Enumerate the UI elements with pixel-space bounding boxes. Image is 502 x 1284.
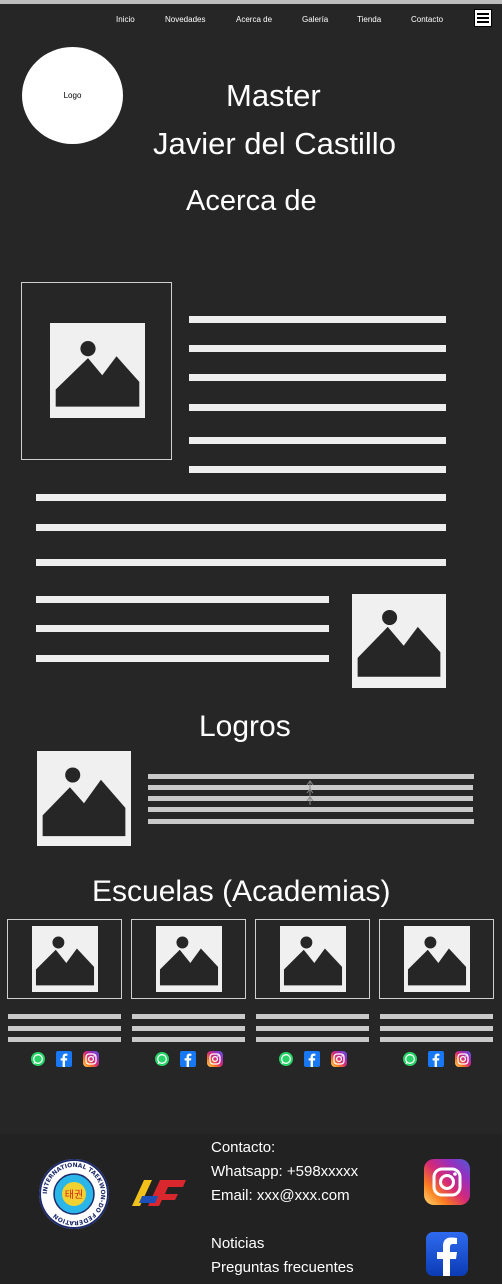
nav-item-galeria[interactable]: Galería: [302, 15, 328, 24]
logo-label: Logo: [63, 91, 82, 100]
school-image-placeholder-icon: [156, 926, 222, 992]
text-placeholder-line: [256, 1037, 369, 1042]
text-placeholder-line: [36, 625, 329, 632]
contact-heading: Contacto:: [211, 1139, 276, 1156]
text-placeholder-line: [380, 1037, 493, 1042]
text-placeholder-line: [36, 494, 446, 501]
achievements-image-placeholder-icon: [37, 751, 131, 846]
about-heading: Acerca de: [186, 185, 317, 217]
text-placeholder-line: [8, 1037, 121, 1042]
whatsapp-icon[interactable]: [402, 1051, 418, 1067]
whatsapp-contact[interactable]: Whatsapp: +598xxxxx: [211, 1163, 358, 1180]
text-placeholder-line: [189, 466, 446, 473]
page-title-line1: Master: [226, 78, 321, 113]
whatsapp-icon[interactable]: [278, 1051, 294, 1067]
about-image-placeholder-icon: [50, 323, 145, 418]
itf-logo: ITF: [128, 1172, 194, 1216]
instagram-icon[interactable]: [207, 1051, 223, 1067]
news-link[interactable]: Noticias: [211, 1235, 264, 1252]
top-strip: [0, 0, 502, 4]
school-image-placeholder-icon: [32, 926, 98, 992]
text-placeholder-line: [8, 1014, 121, 1019]
text-placeholder-line: [256, 1026, 369, 1031]
facebook-icon[interactable]: [426, 1232, 468, 1276]
nav-item-tienda[interactable]: Tienda: [357, 15, 381, 24]
facebook-icon[interactable]: [180, 1051, 196, 1067]
schools-heading: Escuelas (Academias): [92, 875, 391, 908]
instagram-icon[interactable]: [424, 1159, 470, 1205]
whatsapp-icon[interactable]: [154, 1051, 170, 1067]
itf-emblem: INTERNATIONAL TAEKWON-DO FEDERATION 태권: [38, 1158, 110, 1230]
text-placeholder-line: [189, 345, 446, 352]
main-nav: Inicio Novedades Acerca de Galería Tiend…: [0, 15, 502, 27]
text-placeholder-line: [132, 1014, 245, 1019]
text-placeholder-line: [189, 316, 446, 323]
text-placeholder-line: [256, 1014, 369, 1019]
nav-item-acerca-de[interactable]: Acerca de: [236, 15, 272, 24]
text-placeholder-line: [36, 524, 446, 531]
hamburger-icon[interactable]: [474, 9, 492, 27]
facebook-icon[interactable]: [428, 1051, 444, 1067]
footer: INTERNATIONAL TAEKWON-DO FEDERATION 태권 I…: [0, 1134, 502, 1284]
nav-item-inicio[interactable]: Inicio: [116, 15, 135, 24]
faq-link[interactable]: Preguntas frecuentes: [211, 1259, 354, 1276]
itf-center-text: 태권: [65, 1189, 83, 1201]
text-placeholder-line: [132, 1026, 245, 1031]
text-placeholder-line: [148, 807, 473, 812]
instagram-icon[interactable]: [331, 1051, 347, 1067]
whatsapp-icon[interactable]: [30, 1051, 46, 1067]
nav-item-contacto[interactable]: Contacto: [411, 15, 443, 24]
text-placeholder-line: [380, 1014, 493, 1019]
page-title-line2: Javier del Castillo: [153, 126, 396, 161]
text-placeholder-line: [189, 404, 446, 411]
school-image-placeholder-icon: [404, 926, 470, 992]
school-image-placeholder-icon: [280, 926, 346, 992]
logo[interactable]: Logo: [22, 47, 123, 144]
text-placeholder-line: [36, 559, 446, 566]
text-placeholder-line: [380, 1026, 493, 1031]
facebook-icon[interactable]: [56, 1051, 72, 1067]
about-image-2-placeholder-icon: [352, 594, 446, 688]
text-placeholder-line: [36, 596, 329, 603]
resize-handle-icon[interactable]: [305, 779, 315, 807]
text-placeholder-line: [132, 1037, 245, 1042]
facebook-icon[interactable]: [304, 1051, 320, 1067]
instagram-icon[interactable]: [83, 1051, 99, 1067]
text-placeholder-line: [189, 437, 446, 444]
achievements-heading: Logros: [199, 710, 291, 743]
text-placeholder-line: [148, 819, 474, 824]
text-placeholder-line: [8, 1026, 121, 1031]
email-contact[interactable]: Email: xxx@xxx.com: [211, 1187, 350, 1204]
text-placeholder-line: [36, 655, 329, 662]
nav-item-novedades[interactable]: Novedades: [165, 15, 205, 24]
itf-mark-text: ITF: [157, 1210, 165, 1216]
instagram-icon[interactable]: [455, 1051, 471, 1067]
text-placeholder-line: [189, 374, 446, 381]
